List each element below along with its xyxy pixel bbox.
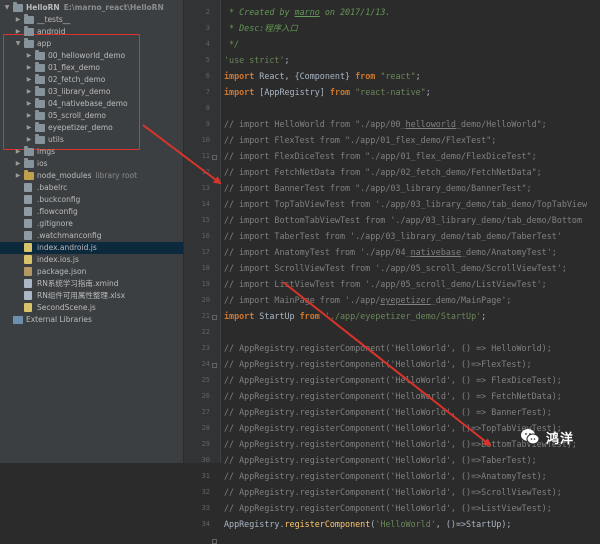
code-token: AppRegistry. — [224, 519, 285, 529]
code-token: 'HelloWorld' — [375, 519, 436, 529]
code-token: // AppRegistry.registerComponent('HelloW… — [224, 487, 562, 497]
code-token: // AppRegistry.registerComponent('HelloW… — [224, 471, 547, 481]
annotation-arrows — [142, 124, 492, 447]
code-token: // AppRegistry.registerComponent('HelloW… — [224, 503, 552, 513]
arrow-to-imports — [142, 124, 222, 185]
code-line[interactable]: // AppRegistry.registerComponent('HelloW… — [224, 484, 600, 500]
code-line[interactable]: // AppRegistry.registerComponent('HelloW… — [224, 468, 600, 484]
code-line[interactable]: AppRegistry.registerComponent('HelloWorl… — [224, 516, 600, 532]
line-number: 32 — [201, 488, 210, 496]
arrow-to-register — [282, 281, 492, 447]
line-number: 33 — [201, 504, 210, 512]
line-number: 31 — [201, 472, 210, 480]
code-line[interactable]: // AppRegistry.registerComponent('HelloW… — [224, 500, 600, 516]
watermark-text: 鸿洋 — [546, 431, 575, 447]
line-number: 34 — [201, 520, 210, 528]
fold-marker-icon[interactable] — [212, 539, 217, 544]
code-token: registerComponent — [284, 519, 371, 529]
wechat-icon — [520, 427, 540, 447]
watermark: 鸿洋 — [520, 426, 574, 448]
code-token: , ()=>StartUp); — [435, 519, 512, 529]
